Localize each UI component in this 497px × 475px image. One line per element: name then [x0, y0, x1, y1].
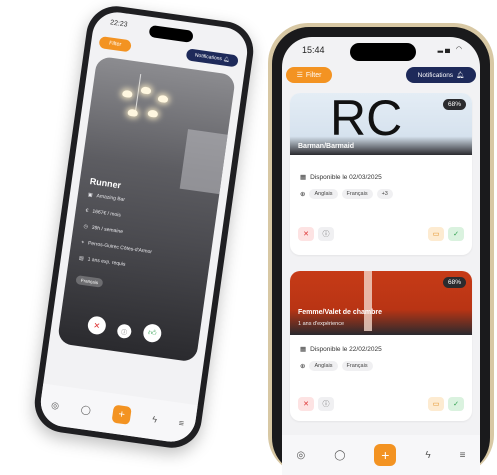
pin-icon: ⌖: [80, 239, 85, 246]
accept-button[interactable]: ✓: [448, 397, 464, 411]
reject-button[interactable]: ✕: [298, 227, 314, 241]
contract-icon: ▤: [78, 255, 85, 262]
info-button[interactable]: ⓘ: [318, 227, 334, 241]
card-title: Runner: [89, 176, 122, 191]
info-icon: ⓘ: [322, 401, 330, 408]
job-title: Barman/Barmaid: [298, 143, 355, 150]
reject-button[interactable]: ✕: [86, 315, 108, 336]
notifications-button[interactable]: Notifications 🔔︎: [406, 67, 476, 83]
language-tag: Français: [341, 189, 373, 199]
filter-button[interactable]: ☰ Filter: [286, 67, 332, 83]
left-phone-screen: 22:23 Filter Notifications 🔔︎ Runner ▣ Am…: [37, 9, 251, 445]
euro-icon: €: [85, 207, 89, 215]
accept-button[interactable]: ✓: [448, 227, 464, 241]
compass-icon[interactable]: ◎: [296, 450, 305, 461]
status-time: 15:44: [302, 45, 325, 55]
status-icons: ▂▄ ◠: [437, 46, 464, 53]
settings-icon[interactable]: ≡: [178, 418, 185, 429]
globe-icon: ⊕: [300, 363, 306, 370]
chandelier-lamp: [127, 108, 139, 117]
phone-bezel: 15:44 ▂▄ ◠ ☰ Filter Notifications 🔔︎ RC 68…: [272, 27, 490, 475]
language-chip: Français: [75, 275, 104, 288]
notifications-label: Notifications: [194, 52, 223, 63]
card-banner: RC 68% Barman/Barmaid: [290, 93, 472, 155]
filter-label: Filter: [108, 40, 122, 49]
reject-button[interactable]: ✕: [298, 397, 314, 411]
experience-text: 1 ans d'expérience: [298, 321, 344, 327]
dynamic-island: [350, 43, 416, 61]
dynamic-island: [148, 24, 194, 43]
info-icon: ⓘ: [322, 231, 330, 238]
calendar-icon: ▦: [300, 174, 307, 181]
clock-icon: ◷: [83, 223, 89, 231]
plus-icon[interactable]: +: [374, 444, 397, 466]
left-phone: 22:23 Filter Notifications 🔔︎ Runner ▣ Am…: [30, 2, 258, 452]
language-tag: Anglais: [309, 361, 338, 371]
right-phone: 15:44 ▂▄ ◠ ☰ Filter Notifications 🔔︎ RC 68…: [268, 23, 494, 475]
job-card[interactable]: Runner ▣ Amazing Bar €1667€ / mois ◷ 39h /…: [57, 55, 237, 363]
check-icon: ✓: [453, 401, 459, 408]
bolt-icon[interactable]: ϟ: [425, 450, 430, 461]
check-icon: ✓: [453, 231, 459, 238]
chandelier-lamp: [147, 109, 159, 118]
chat-icon: ▭: [432, 401, 440, 408]
status-time: 22:23: [109, 19, 128, 29]
bolt-icon[interactable]: ϟ: [152, 414, 158, 425]
job-title: Femme/Valet de chambre: [298, 309, 383, 316]
language-tag: Français: [341, 361, 373, 371]
compass-icon[interactable]: ◎: [51, 399, 60, 411]
filter-button[interactable]: Filter: [98, 36, 132, 53]
info-button[interactable]: ⓘ: [318, 397, 334, 411]
right-phone-screen: 15:44 ▂▄ ◠ ☰ Filter Notifications 🔔︎ RC 68…: [282, 37, 480, 475]
languages-row: ⊕ Anglais Français +3: [300, 189, 393, 199]
like-button[interactable]: 👍︎: [142, 323, 163, 344]
card-row: ◷ 39h / semaine: [83, 223, 124, 236]
card-banner: 68% Femme/Valet de chambre 1 ans d'expér…: [290, 271, 472, 335]
globe-icon: ⊕: [300, 191, 306, 198]
notifications-button[interactable]: Notifications 🔔︎: [185, 48, 239, 68]
card-row: ▣ Amazing Bar: [87, 191, 126, 204]
close-icon: ✕: [303, 401, 309, 408]
settings-icon[interactable]: ≡: [460, 450, 466, 461]
close-icon: ✕: [303, 231, 309, 238]
notifications-label: Notifications: [417, 71, 454, 79]
match-badge: 68%: [442, 99, 466, 110]
candidate-card[interactable]: 68% Femme/Valet de chambre 1 ans d'expér…: [290, 271, 472, 421]
calendar-icon: ▦: [300, 346, 307, 353]
chat-icon[interactable]: ◯: [334, 450, 345, 461]
filter-icon: ☰: [296, 72, 303, 79]
thumbs-up-icon: 👍︎: [147, 327, 158, 338]
chat-icon: ▭: [432, 231, 440, 238]
chat-icon[interactable]: ◯: [80, 404, 91, 416]
languages-row: ⊕ Anglais Français: [300, 361, 373, 371]
tab-bar: ◎ ◯ + ϟ ≡: [282, 435, 480, 475]
chandelier-lamp: [157, 94, 169, 104]
info-button[interactable]: ⓘ: [116, 323, 133, 340]
candidate-card[interactable]: RC 68% Barman/Barmaid ▦ Disponible le 02/…: [290, 93, 472, 255]
bell-icon: 🔔︎: [222, 56, 230, 64]
card-row: ▤ 1 ans exp. requis: [78, 255, 126, 268]
filter-label: Filter: [305, 71, 322, 79]
plus-icon[interactable]: +: [111, 404, 132, 425]
chandelier-lamp: [121, 89, 133, 99]
card-row: ⌖ Perros-Guirec Côtes-d'Armor: [80, 239, 153, 256]
building-icon: ▣: [87, 191, 94, 199]
language-tag: Anglais: [309, 189, 338, 199]
close-icon: ✕: [92, 320, 101, 331]
message-button[interactable]: ▭: [428, 227, 444, 241]
chandelier-lamp: [140, 86, 152, 95]
language-tag: +3: [376, 189, 393, 199]
availability-row: ▦ Disponible le 22/02/2025: [300, 345, 382, 354]
match-badge: 68%: [442, 277, 466, 288]
banner-text: RC: [330, 93, 403, 146]
message-button[interactable]: ▭: [428, 397, 444, 411]
availability-row: ▦ Disponible le 02/03/2025: [300, 173, 382, 182]
info-icon: ⓘ: [120, 329, 128, 337]
bell-icon: 🔔︎: [456, 72, 465, 79]
card-row: €1667€ / mois: [85, 207, 122, 219]
